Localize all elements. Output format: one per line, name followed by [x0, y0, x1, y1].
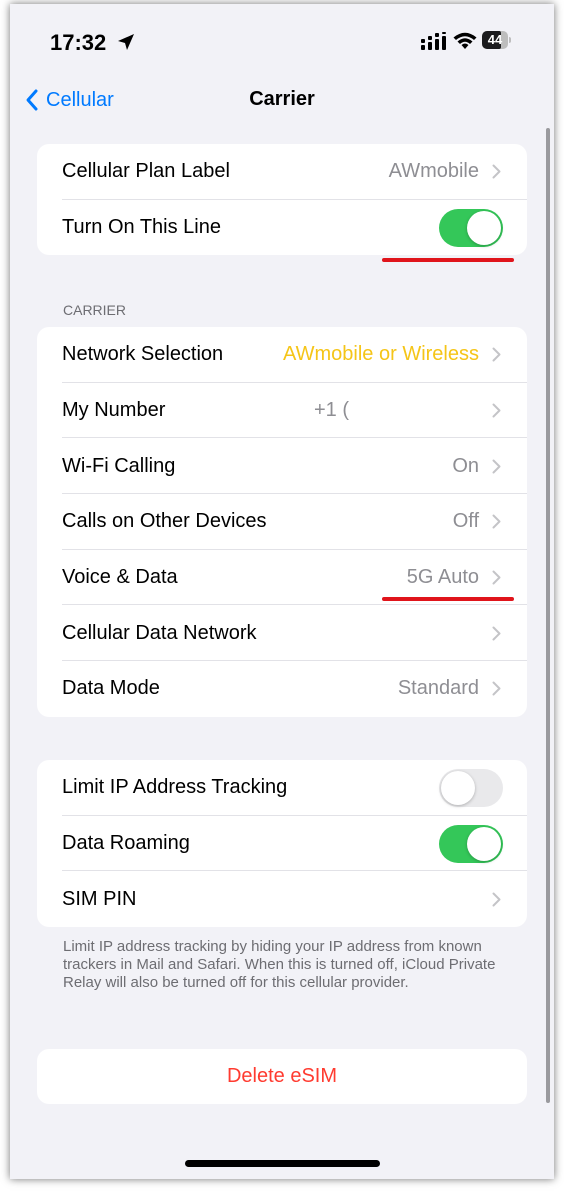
page-title: Carrier [249, 88, 315, 110]
chevron-right-icon [492, 459, 501, 474]
wifi-calling-label: Wi-Fi Calling [62, 454, 176, 477]
data-mode-value: Standard [397, 677, 479, 700]
limit-ip-label: Limit IP Address Tracking [62, 776, 288, 799]
wifi-calling-row[interactable]: Wi-Fi Calling On [37, 438, 527, 495]
network-selection-label: Network Selection [62, 343, 224, 366]
location-arrow-icon [118, 34, 134, 50]
cellular-data-network-label: Cellular Data Network [62, 621, 257, 644]
turn-on-line-label: Turn On This Line [62, 216, 221, 239]
chevron-right-icon [492, 347, 501, 362]
chevron-right-icon [492, 892, 501, 907]
phone-screen: 17:32 44 Cellular Carrier Cellular Plan … [10, 4, 554, 1179]
toggle-knob [467, 210, 501, 245]
calls-other-devices-value: Off [452, 510, 479, 533]
privacy-group: Limit IP Address Tracking Data Roaming S… [37, 760, 527, 928]
my-number-row[interactable]: My Number +1 ( [37, 383, 527, 439]
cellular-plan-label: Cellular Plan Label [62, 160, 230, 183]
delete-esim-button[interactable]: Delete eSIM [37, 1049, 527, 1104]
carrier-group: Network Selection AWmobile or Wireless M… [37, 327, 527, 717]
network-selection-row[interactable]: Network Selection AWmobile or Wireless [37, 327, 527, 383]
cellular-signal-icon [421, 32, 446, 50]
status-bar: 17:32 44 [10, 4, 554, 72]
cellular-data-network-row[interactable]: Cellular Data Network [37, 605, 527, 662]
my-number-label: My Number [62, 399, 166, 422]
limit-ip-toggle[interactable] [439, 768, 503, 807]
annotation-underline [382, 597, 514, 601]
voice-data-label: Voice & Data [62, 566, 178, 589]
navigation-bar: Cellular Carrier [10, 72, 554, 128]
toggle-knob [467, 826, 501, 861]
network-selection-value: AWmobile or Wireless [283, 343, 479, 366]
my-number-value: +1 ( [313, 399, 349, 422]
battery-icon: 44 [482, 31, 508, 49]
cellular-plan-label-row[interactable]: Cellular Plan Label AWmobile [37, 144, 527, 200]
scrollbar[interactable] [546, 128, 550, 1103]
data-roaming-label: Data Roaming [62, 832, 190, 855]
chevron-right-icon [492, 570, 501, 585]
turn-on-line-toggle[interactable] [439, 208, 503, 247]
data-roaming-toggle[interactable] [439, 824, 503, 863]
turn-on-line-row: Turn On This Line [37, 200, 527, 256]
cellular-plan-value: AWmobile [388, 160, 479, 183]
battery-percentage: 44 [487, 32, 503, 47]
privacy-footer-note: Limit IP address tracking by hiding your… [63, 938, 496, 991]
data-mode-label: Data Mode [62, 677, 160, 700]
toggle-knob [441, 770, 475, 805]
data-mode-row[interactable]: Data Mode Standard [37, 661, 527, 717]
home-indicator[interactable] [185, 1160, 380, 1167]
calls-other-devices-row[interactable]: Calls on Other Devices Off [37, 494, 527, 550]
carrier-section-header: CARRIER [63, 302, 127, 318]
chevron-right-icon [492, 626, 501, 641]
data-roaming-row: Data Roaming [37, 816, 527, 872]
chevron-right-icon [492, 681, 501, 696]
wifi-calling-value: On [452, 454, 479, 477]
annotation-underline [382, 258, 514, 262]
limit-ip-row: Limit IP Address Tracking [37, 760, 527, 816]
calls-other-devices-label: Calls on Other Devices [62, 510, 267, 533]
chevron-right-icon [492, 164, 501, 179]
chevron-right-icon [492, 403, 501, 418]
sim-pin-row[interactable]: SIM PIN [37, 871, 527, 927]
status-time: 17:32 [50, 30, 107, 55]
battery-tip [509, 37, 511, 43]
line-settings-group: Cellular Plan Label AWmobile Turn On Thi… [37, 144, 527, 256]
voice-data-value: 5G Auto [406, 566, 479, 589]
chevron-right-icon [492, 514, 501, 529]
wifi-icon [453, 32, 477, 49]
sim-pin-label: SIM PIN [62, 887, 137, 910]
